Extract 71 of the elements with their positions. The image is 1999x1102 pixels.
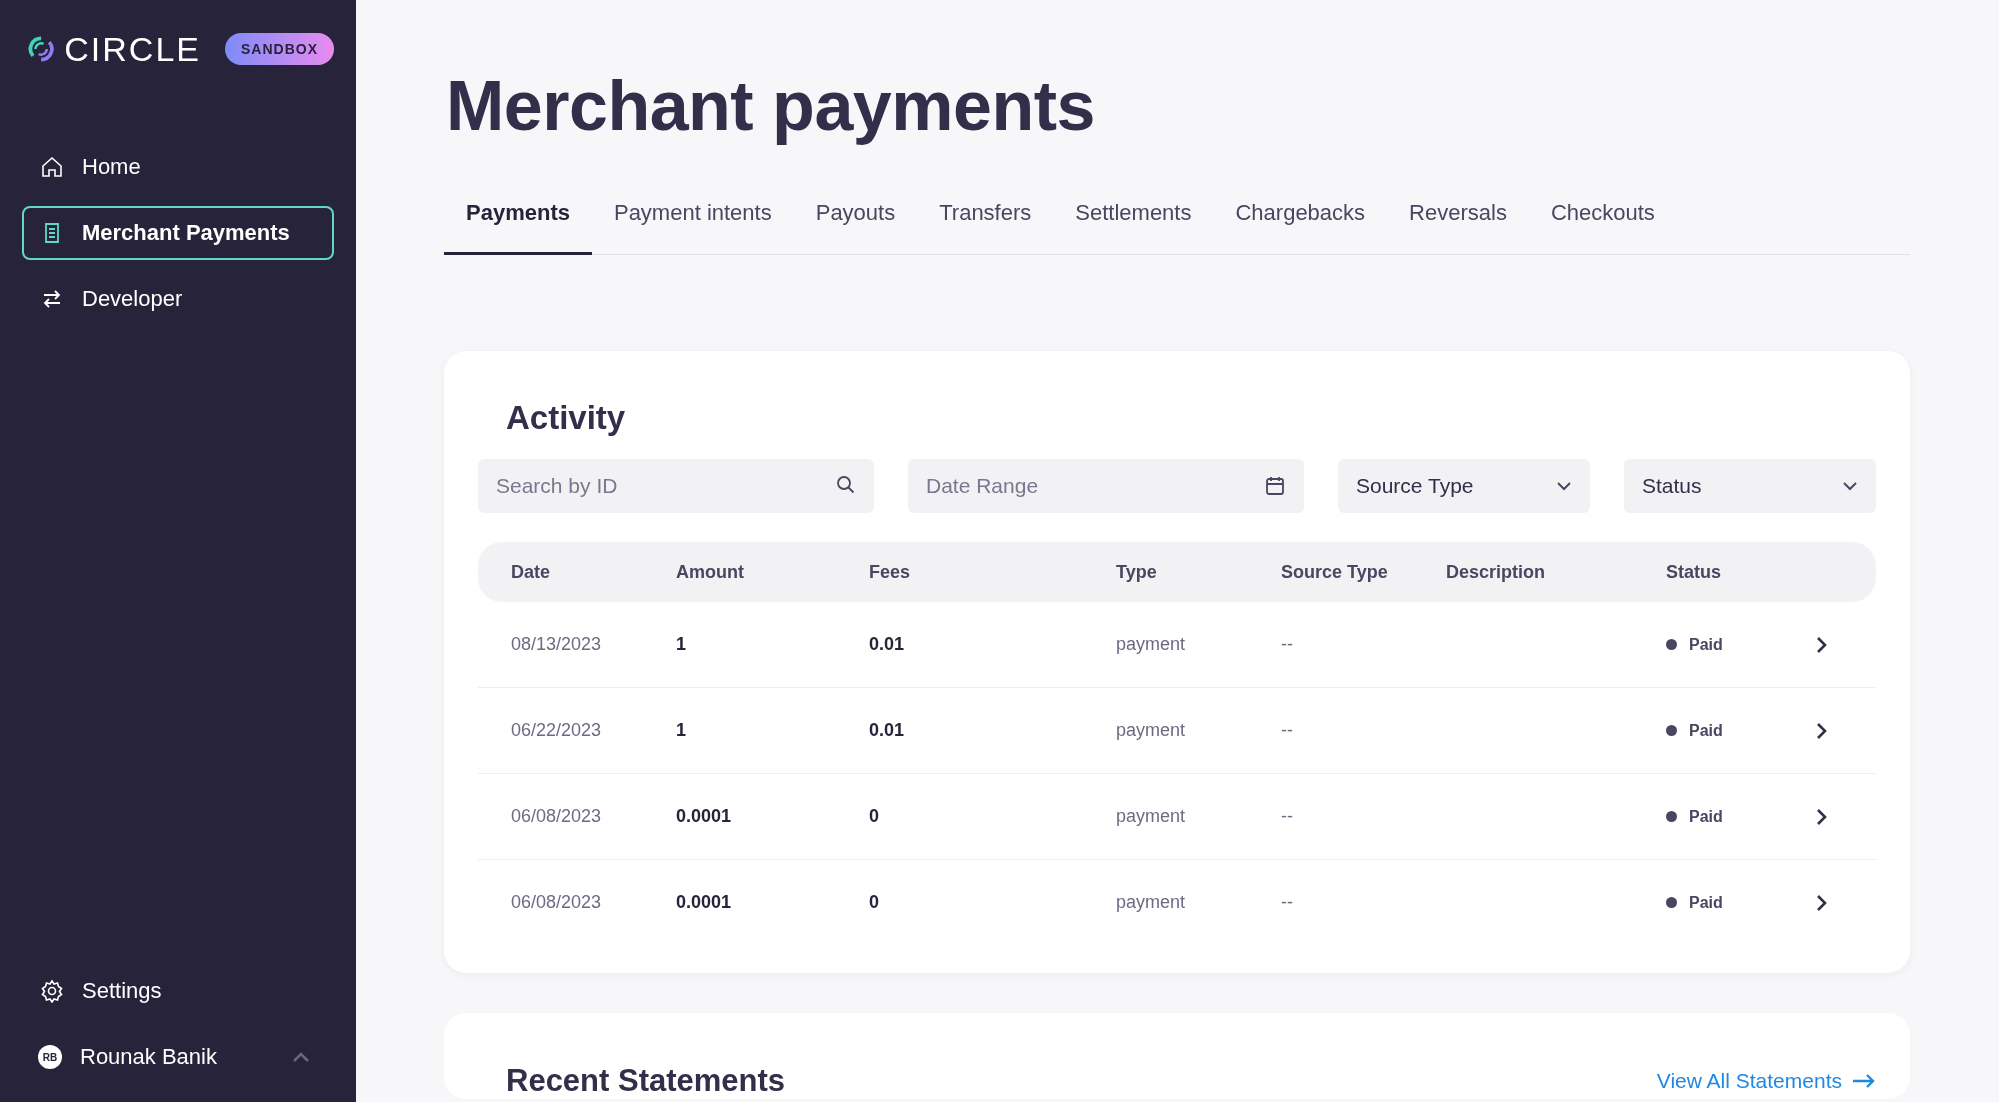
table-cell-text: 06/08/2023 [511,892,603,913]
view-all-link[interactable]: View All Statements [1656,1069,1876,1093]
page-title: Merchant payments [446,66,1096,146]
status-text: Paid [1689,721,1723,740]
table-cell-text: 1 [676,634,687,655]
tab[interactable]: Payments [444,180,592,255]
status-dot [1666,639,1677,650]
table-cell-text: -- [1281,892,1294,913]
table-cell-text: 0.0001 [676,806,733,827]
chevron-down-icon [1556,481,1572,491]
status-text: Paid [1689,807,1723,826]
user-name: Rounak Banik [80,1044,217,1070]
table-cell-text: 06/22/2023 [511,720,603,741]
table-cell-text: 1 [676,720,687,741]
table-cell-text: 0 [869,806,880,827]
card-title: Recent Statements [506,1063,786,1099]
calendar-icon [1264,475,1286,497]
status-dot [1666,725,1677,736]
table-cell-text: 0.01 [869,634,906,655]
chevron-down-icon [1842,481,1858,491]
card-title: Activity [506,399,627,437]
filter-dropdown[interactable]: Source Type [1338,459,1590,513]
table-cell-text: payment [1116,806,1187,827]
tab[interactable]: Checkouts [1528,180,1677,255]
tab[interactable]: Payouts [793,180,918,255]
status-text: Paid [1689,893,1723,912]
column-header: Status [1666,561,1722,583]
table-cell-text: payment [1116,634,1187,655]
chevron-right-icon[interactable] [1816,807,1828,826]
column-header: Date [511,561,551,583]
table-cell-text: 0.01 [869,720,906,741]
column-header: Fees [869,561,912,583]
table-cell-text: -- [1281,720,1294,741]
table-cell-text: 08/13/2023 [511,634,603,655]
filter-dropdown[interactable]: Status [1624,459,1876,513]
tab[interactable]: Reversals [1387,180,1529,255]
arrow-right-icon [1852,1073,1876,1089]
settings-icon [40,979,64,1003]
chevron-up-icon[interactable] [292,1051,310,1063]
table-cell-text: payment [1116,892,1187,913]
table-cell-text: payment [1116,720,1187,741]
tab[interactable]: Transfers [917,180,1054,255]
status-text: Paid [1689,635,1723,654]
table-cell-text: 06/08/2023 [511,806,603,827]
table-cell-text: 0.0001 [676,892,733,913]
date-range-field[interactable]: Date Range [908,459,1304,513]
table-cell-text: 0 [869,892,880,913]
tab[interactable]: Payment intents [591,180,794,255]
search-icon [836,475,856,495]
column-header: Description [1446,561,1547,583]
nav-item[interactable]: Home [22,140,334,194]
column-header: Source Type [1281,561,1389,583]
search-field[interactable]: Search by ID [478,459,874,513]
user-avatar[interactable]: RB [38,1045,62,1069]
nav-item[interactable]: Merchant Payments [22,206,334,260]
tab[interactable]: Settlements [1053,180,1214,255]
home-icon [40,155,64,179]
nav-item[interactable]: Developer [22,272,334,326]
logo-text: CIRCLE [64,29,201,69]
status-dot [1666,811,1677,822]
settings-link[interactable]: Settings [22,964,334,1018]
chevron-right-icon[interactable] [1816,721,1828,740]
table-cell-text: -- [1281,806,1294,827]
column-header: Amount [676,561,745,583]
table-cell-text: -- [1281,634,1294,655]
tab[interactable]: Chargebacks [1213,180,1388,255]
status-dot [1666,897,1677,908]
chevron-right-icon[interactable] [1816,893,1828,912]
environment-badge: SANDBOX [225,33,334,65]
chevron-right-icon[interactable] [1816,635,1828,654]
column-header: Type [1116,561,1158,583]
